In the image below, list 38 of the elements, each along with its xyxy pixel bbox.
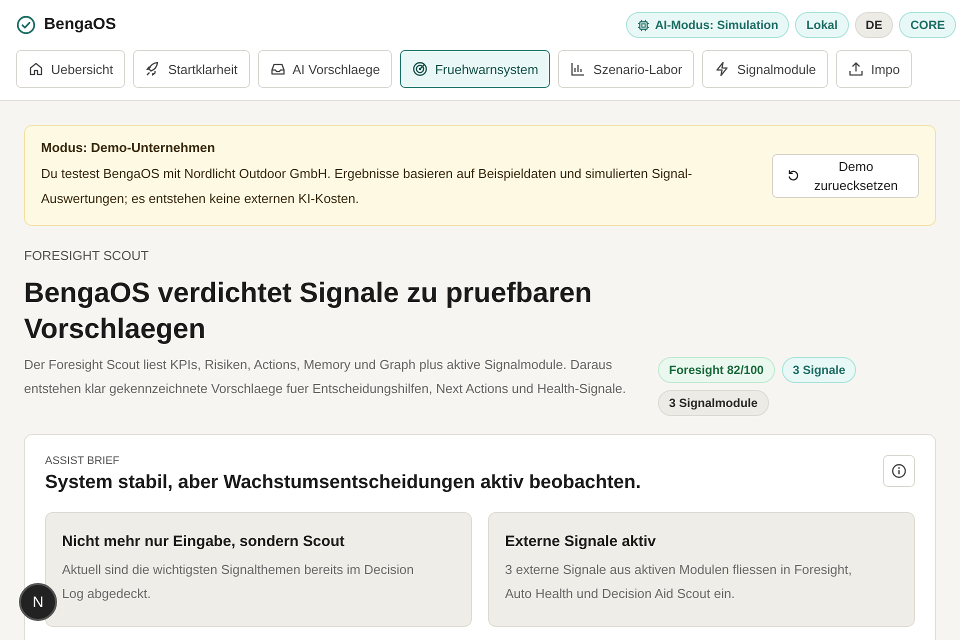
- insight-title: Nicht mehr nur Eingabe, sondern Scout: [62, 533, 346, 550]
- insight-title: Externe Signale aktiv: [505, 533, 657, 550]
- info-icon: [891, 463, 907, 479]
- radar-icon: [412, 61, 428, 77]
- card-eyebrow: ASSIST BRIEF: [45, 455, 120, 467]
- status-badge: AI-Modus: Simulation: [626, 12, 790, 38]
- stat-badge: 3 Signalmodule: [658, 390, 769, 416]
- app-title: BengaOS: [44, 16, 116, 34]
- nav-tab[interactable]: AI Vorschlaege: [258, 50, 392, 88]
- check-circle-icon: [16, 15, 36, 35]
- info-button[interactable]: [883, 455, 915, 487]
- hero-title: BengaOS verdichtet Signale zu pruefbaren Vorschlaegen: [24, 276, 593, 346]
- nav-tab[interactable]: Szenario-Labor: [558, 50, 694, 88]
- stat-badge: Foresight 82/100: [658, 357, 775, 383]
- insight-text: Aktuell sind die wichtigsten Signalthemen bereits im Decision Log abgedeckt.: [62, 561, 415, 603]
- reset-demo-button[interactable]: Demo zuruecksetzen: [772, 154, 919, 198]
- card-title: System stabil, aber Wachstumsentscheidungen aktiv beobachten.: [45, 472, 641, 494]
- status-badge: DE: [854, 12, 894, 38]
- nav-tab[interactable]: Impo: [836, 50, 912, 88]
- reset-icon: [787, 169, 800, 182]
- upload-icon: [848, 61, 864, 77]
- section-eyebrow: FORESIGHT SCOUT: [24, 248, 150, 263]
- inbox-icon: [270, 61, 286, 77]
- stat-badge: 3 Signale: [782, 357, 856, 383]
- bar-chart-icon: [570, 61, 586, 77]
- banner-title: Modus: Demo-Unternehmen: [41, 140, 216, 155]
- nav-tab[interactable]: Signalmodule: [702, 50, 828, 88]
- hero-text: Der Foresight Scout liest KPIs, Risiken, Actions, Memory und Graph plus aktive Signalmodule. Daraus entstehen klar gekennzeichnete Vorschlaege fuer Entscheidungshilfen, Next Actions und Health-Signale.: [24, 356, 627, 398]
- nav-tab[interactable]: Fruehwarnsystem: [400, 50, 550, 88]
- insight-text: 3 externe Signale aus aktiven Modulen fliessen in Foresight, Auto Health und Decision Aid Scout ein.: [505, 561, 853, 603]
- banner-text: Du testest BengaOS mit Nordlicht Outdoor GmbH. Ergebnisse basieren auf Beispieldaten und simulierten Signal-Auswertungen; es entstehen keine externen KI-Kosten.: [41, 165, 694, 208]
- status-badge: CORE: [899, 12, 956, 38]
- home-icon: [28, 61, 44, 77]
- chip-icon: [636, 18, 650, 32]
- nav-tab[interactable]: Startklarheit: [133, 50, 250, 88]
- lightning-icon: [714, 61, 730, 77]
- status-badge: Lokal: [795, 12, 849, 38]
- nav-tab[interactable]: Uebersicht: [16, 50, 126, 88]
